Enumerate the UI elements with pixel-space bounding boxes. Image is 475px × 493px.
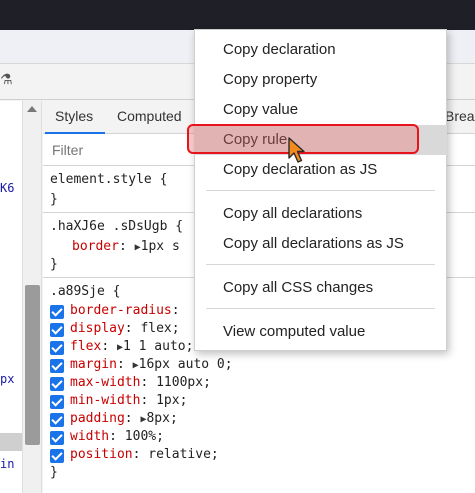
- flask-icon[interactable]: ⚗: [0, 72, 13, 90]
- dom-tree-fragment: px: [0, 372, 15, 386]
- dom-tree-fragment: in: [0, 457, 15, 471]
- property-name: border-radius: [70, 303, 172, 318]
- dom-tree-fragment: K6: [0, 181, 15, 195]
- property-name: display: [70, 321, 125, 336]
- declaration[interactable]: border: ▶1px s: [72, 239, 180, 254]
- declaration[interactable]: min-width: 1px;: [70, 393, 187, 408]
- menu-divider: [206, 190, 435, 191]
- rule-close: }: [50, 257, 58, 272]
- filter-input[interactable]: [52, 142, 182, 158]
- dom-tree-selected-row[interactable]: [0, 433, 22, 451]
- rule-close: }: [50, 465, 58, 480]
- property-value: flex;: [140, 321, 180, 336]
- property-name: min-width: [70, 393, 141, 408]
- property-value: 1px s: [140, 239, 180, 254]
- property-name: max-width: [70, 375, 141, 390]
- menu-divider: [206, 308, 435, 309]
- menu-item-copy-all-declarations-as-js[interactable]: Copy all declarations as JS: [194, 229, 447, 259]
- declaration-checkbox[interactable]: [50, 449, 64, 463]
- declaration[interactable]: display: flex;: [70, 321, 180, 336]
- declaration-checkbox[interactable]: [50, 305, 64, 319]
- declaration-checkbox[interactable]: [50, 341, 64, 355]
- property-value: 100%;: [124, 429, 164, 444]
- declaration[interactable]: width: 100%;: [70, 429, 164, 444]
- property-name: border: [72, 239, 119, 254]
- property-name: padding: [70, 411, 125, 426]
- rule-selector[interactable]: .haXJ6e .sDsUgb {: [50, 219, 183, 234]
- property-value: 1 1 auto;: [123, 339, 194, 354]
- tab-styles[interactable]: Styles: [55, 108, 93, 124]
- declaration-checkbox[interactable]: [50, 377, 64, 391]
- property-name: margin: [70, 357, 117, 372]
- scrollbar-thumb[interactable]: [25, 285, 40, 445]
- menu-item-copy-declaration-as-js[interactable]: Copy declaration as JS: [194, 155, 447, 185]
- property-value: 1100px;: [156, 375, 211, 390]
- property-value: 8px;: [146, 411, 178, 426]
- declaration[interactable]: border-radius:: [70, 303, 180, 318]
- active-tab-indicator: [45, 132, 105, 134]
- property-name: width: [70, 429, 110, 444]
- tab-computed[interactable]: Computed: [117, 108, 182, 124]
- property-name: position: [70, 447, 133, 462]
- rule-selector[interactable]: element.style {: [50, 172, 167, 187]
- menu-item-copy-all-declarations[interactable]: Copy all declarations: [194, 199, 447, 229]
- declaration-checkbox[interactable]: [50, 323, 64, 337]
- menu-item-view-computed-value[interactable]: View computed value: [194, 317, 447, 347]
- tab-breakpoints[interactable]: Brea: [445, 108, 475, 124]
- declaration-checkbox[interactable]: [50, 413, 64, 427]
- menu-item-copy-value[interactable]: Copy value: [194, 95, 447, 125]
- mouse-pointer-icon: [288, 137, 305, 163]
- menu-item-copy-declaration[interactable]: Copy declaration: [194, 35, 447, 65]
- menu-item-copy-all-css-changes[interactable]: Copy all CSS changes: [194, 273, 447, 303]
- declaration[interactable]: max-width: 1100px;: [70, 375, 211, 390]
- declaration[interactable]: margin: ▶16px auto 0;: [70, 357, 233, 372]
- declaration[interactable]: flex: ▶1 1 auto;: [70, 339, 193, 354]
- property-value: relative;: [148, 447, 219, 462]
- property-value: 1px;: [156, 393, 188, 408]
- menu-item-copy-property[interactable]: Copy property: [194, 65, 447, 95]
- declaration-checkbox[interactable]: [50, 431, 64, 445]
- declaration[interactable]: position: relative;: [70, 447, 219, 462]
- scroll-up-icon[interactable]: [27, 106, 37, 112]
- rule-close: }: [50, 192, 58, 207]
- declaration-checkbox[interactable]: [50, 395, 64, 409]
- rule-selector[interactable]: .a89Sje {: [50, 284, 120, 299]
- declaration-checkbox[interactable]: [50, 359, 64, 373]
- menu-divider: [206, 264, 435, 265]
- title-bar: [0, 0, 475, 30]
- declaration[interactable]: padding: ▶8px;: [70, 411, 178, 426]
- property-name: flex: [70, 339, 102, 354]
- property-value: 16px auto 0;: [138, 357, 233, 372]
